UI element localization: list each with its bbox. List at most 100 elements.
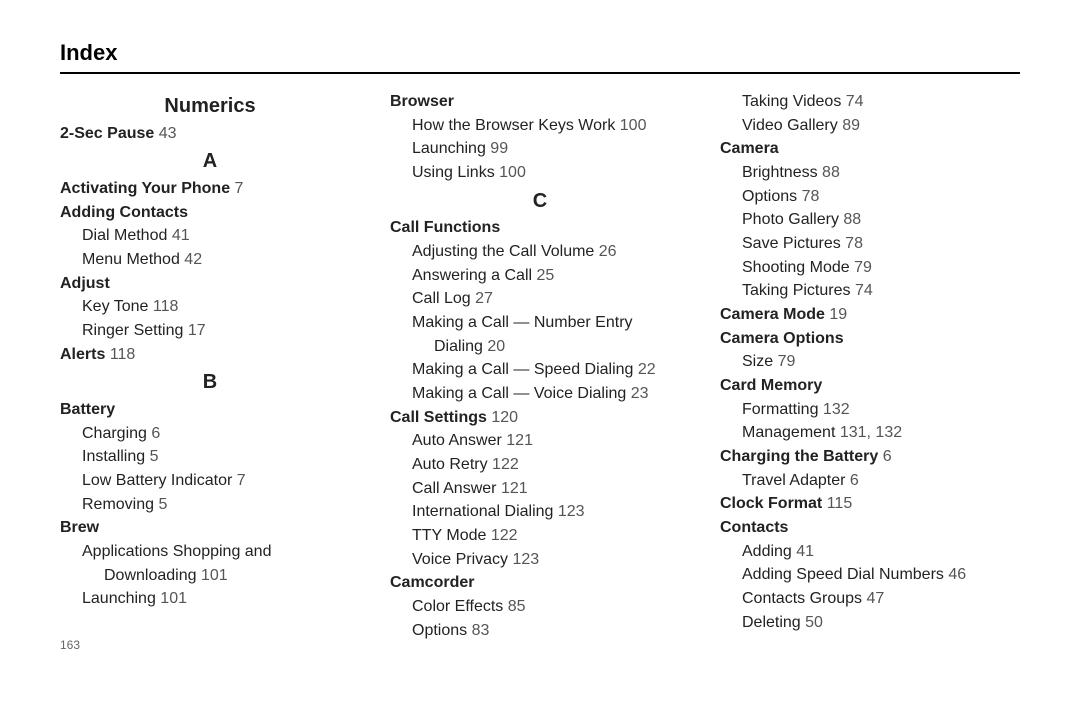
subentry-text: Size [742, 353, 773, 370]
index-subentry: International Dialing 123 [390, 500, 690, 524]
subentry-text: Video Gallery [742, 117, 838, 134]
subentry-text: Using Links [412, 164, 495, 181]
index-subentry: Removing 5 [60, 493, 360, 517]
subentry-text: Making a Call — Speed Dialing [412, 361, 633, 378]
subentry-text: Launching [82, 590, 156, 607]
index-subentry: Auto Retry 122 [390, 453, 690, 477]
subentry-text: Travel Adapter [742, 472, 845, 489]
subentry-text: Charging [82, 425, 147, 442]
section-b: B [60, 368, 360, 398]
index-subentry: Making a Call — Voice Dialing 23 [390, 382, 690, 406]
index-entry: Charging the Battery 6 [720, 445, 1020, 469]
page-ref: 41 [172, 227, 190, 244]
subentry-text: Adjusting the Call Volume [412, 243, 594, 260]
index-term: 2-Sec Pause [60, 125, 154, 142]
page-ref: 121 [501, 480, 528, 497]
page-ref: 7 [237, 472, 246, 489]
index-term: Camera [720, 137, 1020, 161]
index-subentry: Launching 99 [390, 137, 690, 161]
page-ref: 88 [843, 211, 861, 228]
page-ref: 46 [948, 566, 966, 583]
index-entry: Clock Format 115 [720, 492, 1020, 516]
index-subentry: Save Pictures 78 [720, 232, 1020, 256]
index-term: Charging the Battery [720, 448, 878, 465]
index-term: Card Memory [720, 374, 1020, 398]
page-ref: 83 [472, 622, 490, 639]
index-subentry-cont: Downloading 101 [60, 564, 360, 588]
index-subentry: Adjusting the Call Volume 26 [390, 240, 690, 264]
index-subentry: TTY Mode 122 [390, 524, 690, 548]
page-ref: 131, 132 [840, 424, 902, 441]
index-subentry: Key Tone 118 [60, 295, 360, 319]
index-subentry: Deleting 50 [720, 611, 1020, 635]
index-subentry: Installing 5 [60, 445, 360, 469]
page-ref: 78 [802, 188, 820, 205]
page-ref: 25 [537, 267, 555, 284]
subentry-text: Call Log [412, 290, 471, 307]
page-ref: 121 [506, 432, 533, 449]
page-ref: 88 [822, 164, 840, 181]
index-subentry: Photo Gallery 88 [720, 208, 1020, 232]
subentry-text: Making a Call — Voice Dialing [412, 385, 626, 402]
index-subentry: Travel Adapter 6 [720, 469, 1020, 493]
page-ref: 79 [854, 259, 872, 276]
page-ref: 78 [845, 235, 863, 252]
page-ref: 101 [160, 590, 187, 607]
subentry-text: Voice Privacy [412, 551, 508, 568]
index-term: Browser [390, 90, 690, 114]
page-ref: 43 [159, 125, 177, 142]
page-ref: 7 [235, 180, 244, 197]
index-subentry: Menu Method 42 [60, 248, 360, 272]
page-ref: 118 [110, 346, 136, 363]
page-ref: 101 [201, 567, 228, 584]
page-ref: 6 [151, 425, 160, 442]
page-ref: 115 [827, 495, 853, 512]
subentry-text: Answering a Call [412, 267, 532, 284]
index-subentry: Making a Call — Number Entry [390, 311, 690, 335]
subentry-text: Downloading [104, 567, 197, 584]
index-subentry: Answering a Call 25 [390, 264, 690, 288]
page-ref: 89 [842, 117, 860, 134]
subentry-text: Deleting [742, 614, 801, 631]
page-ref: 17 [188, 322, 206, 339]
subentry-text: Adding Speed Dial Numbers [742, 566, 944, 583]
index-term: Contacts [720, 516, 1020, 540]
index-subentry: Color Effects 85 [390, 595, 690, 619]
index-subentry: Call Log 27 [390, 287, 690, 311]
column-1: Numerics 2-Sec Pause 43 A Activating You… [60, 90, 360, 655]
page-ref: 74 [846, 93, 864, 110]
page-ref: 5 [158, 496, 167, 513]
subentry-text: Photo Gallery [742, 211, 839, 228]
subentry-text: Save Pictures [742, 235, 841, 252]
page-ref: 85 [508, 598, 526, 615]
subentry-text: Contacts Groups [742, 590, 862, 607]
index-term: Adding Contacts [60, 201, 360, 225]
subentry-text: How the Browser Keys Work [412, 117, 615, 134]
subentry-text: Installing [82, 448, 145, 465]
index-subentry: Management 131, 132 [720, 421, 1020, 445]
page-ref: 79 [778, 353, 796, 370]
index-subentry: Auto Answer 121 [390, 429, 690, 453]
subentry-text: Formatting [742, 401, 818, 418]
index-term: Call Settings [390, 409, 487, 426]
page-ref: 100 [499, 164, 526, 181]
page-ref: 27 [475, 290, 493, 307]
page-ref: 120 [491, 409, 518, 426]
subentry-text: Management [742, 424, 835, 441]
index-term: Brew [60, 516, 360, 540]
index-title: Index [60, 40, 1020, 66]
page-number: 163 [60, 637, 360, 655]
index-subentry: Options 78 [720, 185, 1020, 209]
index-entry: Camera Mode 19 [720, 303, 1020, 327]
subentry-text: Taking Videos [742, 93, 841, 110]
index-subentry: Options 83 [390, 619, 690, 643]
subentry-text: Auto Retry [412, 456, 488, 473]
index-entry: 2-Sec Pause 43 [60, 122, 360, 146]
page-ref: 6 [850, 472, 859, 489]
page-ref: 118 [153, 298, 179, 315]
index-subentry-cont: Dialing 20 [390, 335, 690, 359]
section-c: C [390, 187, 690, 217]
index-subentry: Launching 101 [60, 587, 360, 611]
page-ref: 42 [184, 251, 202, 268]
page-ref: 47 [867, 590, 885, 607]
